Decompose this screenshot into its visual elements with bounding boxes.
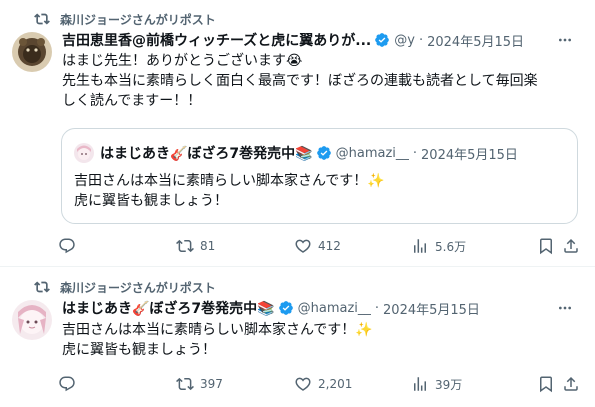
quoted-post[interactable]: はまじあき🎸ぼざろ7巻発売中📚 @hamazi__ · 2024年5月15日 吉… (61, 128, 578, 224)
post-text-line: しく読んでますー！！ (62, 93, 202, 109)
repost-label: 森川ジョージさんがリポスト (60, 12, 216, 27)
verified-icon (375, 33, 390, 47)
post-text-line: 先生も本当に素晴らしく面白く最高です！ぼざろの連載も読者として毎回楽 (62, 73, 538, 89)
bookmark-button[interactable] (537, 236, 555, 256)
author-name[interactable]: はまじあき🎸ぼざろ7巻発売中📚 (62, 298, 275, 318)
reply-icon (59, 376, 75, 392)
repost-label: 森川ジョージさんがリポスト (60, 280, 216, 295)
post-text-line: 吉田さんは本当に素晴らしい脚本家さんです！✨ (62, 322, 373, 338)
action-bar: 397 2,201 39万 (58, 374, 578, 394)
views-icon (414, 239, 426, 253)
author-name[interactable]: 吉田恵里香@前橋ウィッチーズと虎に翼ありが... (62, 30, 371, 50)
verified-icon (316, 146, 331, 160)
avatar-image (12, 300, 52, 340)
post-text-line: はまじ先生！ありがとうございます😭 (62, 53, 303, 69)
post-text: 吉田さんは本当に素晴らしい脚本家さんです！✨ 虎に翼皆も観ましょう！ (62, 320, 582, 360)
verified-icon (278, 301, 293, 315)
separator-dot: · (374, 300, 380, 316)
repost-icon (34, 281, 50, 293)
share-icon (564, 376, 578, 391)
reply-button[interactable] (58, 374, 82, 394)
bookmark-icon (540, 376, 552, 393)
quote-author-handle: @hamazi__ (335, 145, 409, 161)
reply-icon (59, 238, 75, 254)
repost-button[interactable]: 397 (176, 374, 223, 394)
author-handle[interactable]: @hamazi__ (298, 301, 371, 316)
post-date[interactable]: 2024年5月15日 (427, 31, 524, 50)
author-handle[interactable]: @y (394, 33, 415, 48)
post-text-line: 虎に翼皆も観ましょう！ (62, 342, 216, 358)
separator-dot: · (418, 32, 424, 48)
repost-count: 81 (200, 239, 216, 253)
share-button[interactable] (562, 374, 580, 394)
quote-date: 2024年5月15日 (421, 147, 518, 163)
repost-count: 397 (200, 377, 223, 391)
like-icon (295, 239, 311, 253)
like-icon (295, 377, 311, 391)
views-button[interactable]: 39万 (411, 374, 462, 394)
like-count: 2,201 (318, 377, 353, 391)
post-header: 吉田恵里香@前橋ウィッチーズと虎に翼ありが... @y · 2024年5月15日 (62, 30, 524, 50)
repost-icon (176, 239, 194, 253)
post-date[interactable]: 2024年5月15日 (383, 299, 480, 318)
views-count: 39万 (435, 377, 463, 392)
avatar[interactable] (12, 32, 52, 72)
post-text: はまじ先生！ありがとうございます😭 先生も本当に素晴らしく面白く最高です！ぼざろ… (62, 51, 582, 111)
views-button[interactable]: 5.6万 (411, 236, 466, 256)
bookmark-icon (540, 238, 552, 255)
more-icon[interactable] (557, 32, 573, 48)
repost-button[interactable]: 81 (176, 236, 215, 256)
quote-text-line: 吉田さんは本当に素晴らしい脚本家さんです！✨ (74, 173, 385, 189)
post-header: はまじあき🎸ぼざろ7巻発売中📚 @hamazi__ · 2024年5月15日 (62, 298, 480, 318)
views-count: 5.6万 (435, 239, 467, 254)
repost-icon (176, 377, 194, 391)
action-bar: 81 412 5.6万 (58, 236, 578, 256)
more-icon[interactable] (557, 300, 573, 316)
quote-avatar (74, 143, 94, 163)
quote-text: 吉田さんは本当に素晴らしい脚本家さんです！✨ 虎に翼皆も観ましょう！ (74, 171, 385, 211)
post[interactable]: 森川ジョージさんがリポスト 吉田恵里香@前橋ウィッチーズと虎に翼ありが... @… (0, 0, 595, 266)
repost-icon (34, 13, 50, 25)
like-button[interactable]: 412 (294, 236, 341, 256)
separator-dot: · (412, 145, 418, 161)
like-count: 412 (318, 239, 341, 253)
bookmark-button[interactable] (537, 374, 555, 394)
post[interactable]: 森川ジョージさんがリポスト はまじあき🎸ぼざろ7巻発売中📚 @hamazi__ … (0, 266, 595, 407)
reply-button[interactable] (58, 236, 82, 256)
views-icon (414, 377, 426, 391)
avatar[interactable] (12, 300, 52, 340)
share-button[interactable] (562, 236, 580, 256)
quote-text-line: 虎に翼皆も観ましょう！ (74, 193, 228, 209)
avatar-image (12, 32, 52, 72)
quote-header: はまじあき🎸ぼざろ7巻発売中📚 @hamazi__ · 2024年5月15日 (100, 143, 518, 163)
share-icon (564, 238, 578, 253)
like-button[interactable]: 2,201 (294, 374, 352, 394)
quote-author-name[interactable]: はまじあき🎸ぼざろ7巻発売中📚 (100, 143, 313, 163)
